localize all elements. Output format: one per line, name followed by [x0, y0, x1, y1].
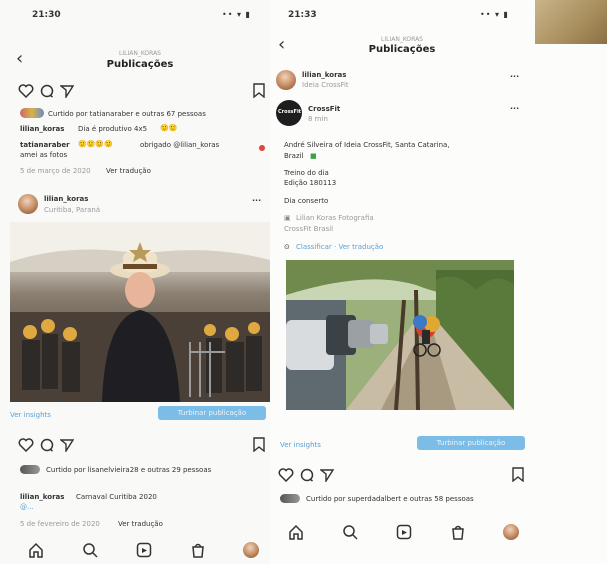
bookmark-icon-2[interactable]	[253, 437, 265, 452]
corner-wood-photo	[535, 0, 607, 44]
caption-mention[interactable]: @...	[20, 502, 34, 512]
shop-icon-right[interactable]	[450, 524, 466, 540]
brazil-flag-icon: ■	[310, 152, 317, 160]
liked-by-text[interactable]: Curtido por tatianaraber e outras 67 pes…	[48, 109, 206, 119]
view-insights-link[interactable]: Ver insights	[10, 410, 51, 420]
see-translation-link-2[interactable]: Ver tradução	[118, 519, 163, 529]
bookmark-icon-right[interactable]	[512, 467, 524, 482]
caption-text: Dia é produtivo 4x5	[78, 125, 148, 133]
status-time: 21:30	[32, 10, 61, 20]
caption-username-2[interactable]: lilian_koras	[20, 492, 64, 502]
post-date-2: 5 de fevereiro de 2020	[20, 520, 100, 528]
post-date: 5 de março de 2020	[20, 167, 91, 175]
status-signals: •• ▾ ▮	[222, 10, 251, 19]
camera-icon: ▣	[284, 214, 291, 222]
post-line-7[interactable]: CrossFit Brasil	[284, 224, 333, 234]
left-phone-screen: 21:30 •• ▾ ▮ ‹ LILIAN_KORAS Publicações …	[0, 0, 274, 564]
back-button-right[interactable]: ‹	[278, 36, 285, 54]
share-icon-2[interactable]	[60, 438, 74, 452]
reels-icon-right[interactable]	[396, 524, 412, 540]
caption-text-2: Carnaval Curitiba 2020	[76, 493, 157, 501]
post-line-8[interactable]: Classificar · Ver tradução	[296, 242, 383, 252]
post-line-3: Treino do dia	[284, 169, 329, 177]
like-icon[interactable]	[18, 84, 34, 98]
like-icon-2[interactable]	[18, 438, 34, 452]
comment-text-2: amei as fotos	[20, 151, 68, 159]
liker-avatars-right	[280, 494, 300, 503]
promote-post-button-right[interactable]: Turbinar publicação	[417, 436, 525, 450]
crossfit-post-time: 8 min	[308, 115, 328, 123]
profile-subtitle-right: LILIAN_KORAS	[381, 36, 423, 43]
share-icon[interactable]	[60, 84, 74, 98]
search-icon[interactable]	[82, 542, 98, 558]
post-line-5: Dia conserto	[284, 197, 329, 205]
caption-emoji: 🙂🙂	[160, 124, 178, 132]
crossfit-avatar[interactable]: CrossFit	[276, 100, 302, 126]
shared-options-button[interactable]: ···	[510, 72, 519, 82]
post-line-4: Edição 180113	[284, 179, 337, 187]
post-photo-artwork	[10, 222, 270, 402]
comment-emoji: 🙂🙂🙂🙂	[78, 140, 113, 148]
comment-icon-2[interactable]	[40, 438, 54, 452]
see-translation-link[interactable]: Ver tradução	[106, 166, 151, 176]
page-title: Publicações	[106, 59, 174, 70]
comment-username[interactable]: tatianaraber	[20, 140, 70, 150]
search-icon-right[interactable]	[342, 524, 358, 540]
liker-avatars-2	[20, 465, 40, 474]
comment-icon[interactable]	[40, 84, 54, 98]
liked-by-text-right[interactable]: Curtido por superdadalbert e outras 58 p…	[306, 494, 474, 504]
page-title-right: Publicações	[368, 44, 436, 55]
post-author-username[interactable]: lilian_koras	[44, 194, 88, 204]
post-photo-street-artwork	[286, 260, 514, 410]
reels-icon[interactable]	[136, 542, 152, 558]
right-phone-screen: 21:33 •• ▾ ▮ ‹ LILIAN_KORAS Publicações …	[270, 0, 607, 564]
shared-subtitle: Ideia CrossFit	[302, 81, 349, 89]
post-author-avatar[interactable]	[18, 194, 38, 214]
post-photo-carnival[interactable]	[10, 222, 270, 402]
status-time-right: 21:33	[288, 10, 317, 20]
comment-icon-right[interactable]	[300, 468, 314, 482]
crossfit-avatar-badge: CrossFit	[278, 109, 302, 115]
shop-icon[interactable]	[190, 542, 206, 558]
caption-username[interactable]: lilian_koras	[20, 124, 64, 134]
crossfit-options-button[interactable]: ···	[510, 104, 519, 114]
home-icon[interactable]	[28, 542, 44, 558]
like-icon-right[interactable]	[278, 468, 294, 482]
profile-avatar-tab[interactable]	[243, 542, 259, 558]
liked-by-text-2[interactable]: Curtido por lisanelvieira28 e outras 29 …	[46, 465, 211, 475]
comment-heart-icon[interactable]	[258, 144, 266, 152]
post-location[interactable]: Curitiba, Paraná	[44, 205, 100, 215]
bookmark-icon[interactable]	[253, 83, 265, 98]
back-button[interactable]: ‹	[16, 50, 23, 68]
globe-icon: ⊙	[284, 243, 290, 251]
view-insights-link-right[interactable]: Ver insights	[280, 440, 321, 450]
share-icon-right[interactable]	[320, 468, 334, 482]
comment-text: obrigado @lilian_koras	[140, 141, 220, 149]
post-line-2: Brazil	[284, 152, 304, 160]
liker-avatars	[20, 108, 44, 118]
status-signals-right: •• ▾ ▮	[480, 10, 509, 19]
home-icon-right[interactable]	[288, 524, 304, 540]
promote-post-button[interactable]: Turbinar publicação	[158, 406, 266, 420]
post-line-1: André Silveira of Ideia CrossFit, Santa …	[284, 141, 450, 149]
shared-user-avatar[interactable]	[276, 70, 296, 90]
crossfit-username[interactable]: CrossFit	[308, 104, 340, 114]
profile-avatar-tab-right[interactable]	[503, 524, 519, 540]
post-line-6[interactable]: Lilian Koras Fotografia	[296, 213, 374, 223]
post-photo-street[interactable]	[286, 260, 514, 410]
profile-subtitle: LILIAN_KORAS	[119, 50, 161, 57]
post-options-button[interactable]: ···	[252, 196, 261, 206]
shared-username[interactable]: lilian_koras	[302, 70, 346, 80]
